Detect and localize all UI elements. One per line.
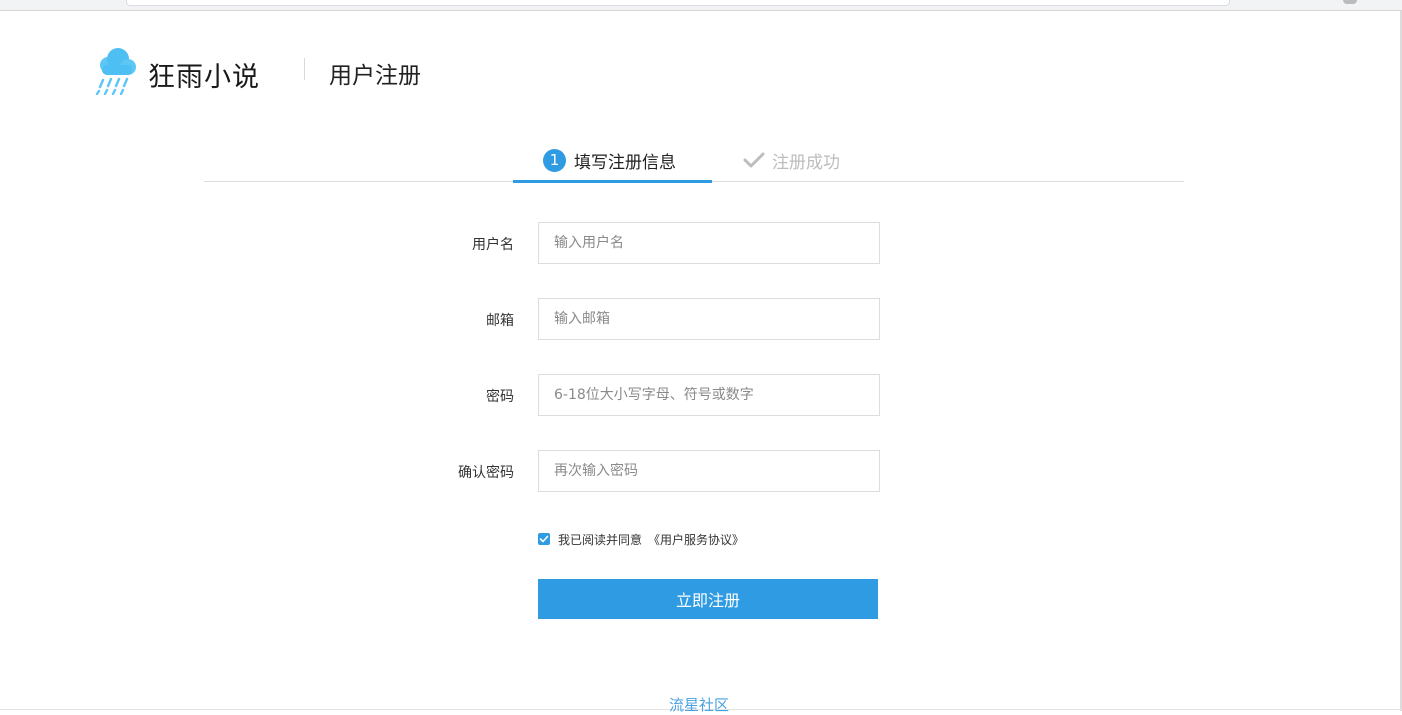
registration-steps: 1 填写注册信息 注册成功 <box>204 140 1184 183</box>
page-title: 用户注册 <box>329 56 421 90</box>
agreement-text: 我已阅读并同意 <box>558 531 642 548</box>
brand-name[interactable]: 狂雨小说 <box>148 55 260 94</box>
step-success-label: 注册成功 <box>772 148 840 173</box>
page-header: 狂雨小说 用户注册 <box>0 11 1402 111</box>
password-label: 密码 <box>486 386 514 406</box>
agreement-checkbox[interactable] <box>538 533 550 545</box>
header-divider <box>304 58 305 80</box>
active-step-indicator <box>513 180 712 183</box>
confirm-password-input[interactable] <box>538 450 880 492</box>
username-row: 用户名 <box>400 222 880 264</box>
password-row: 密码 <box>400 374 880 416</box>
email-label: 邮箱 <box>486 310 514 330</box>
checkbox-check-icon <box>539 534 549 544</box>
browser-menu-icon[interactable] <box>1343 0 1357 4</box>
username-input[interactable] <box>538 222 880 264</box>
register-button[interactable]: 立即注册 <box>538 579 878 619</box>
step-fill-info: 1 填写注册信息 <box>543 147 676 173</box>
check-icon <box>743 151 765 169</box>
password-input[interactable] <box>538 374 880 416</box>
email-input[interactable] <box>538 298 880 340</box>
username-label: 用户名 <box>472 234 514 254</box>
confirm-password-label: 确认密码 <box>458 462 514 482</box>
footer-community-link[interactable]: 流星社区 <box>669 694 729 715</box>
agreement-row: 我已阅读并同意 《用户服务协议》 <box>538 530 744 548</box>
browser-toolbar <box>0 0 1402 11</box>
user-agreement-link[interactable]: 《用户服务协议》 <box>648 531 744 548</box>
rain-cloud-icon[interactable] <box>94 47 138 95</box>
step-success: 注册成功 <box>743 147 840 173</box>
step-number-badge: 1 <box>543 149 566 172</box>
email-row: 邮箱 <box>400 298 880 340</box>
address-bar[interactable] <box>126 0 1230 6</box>
confirm-password-row: 确认密码 <box>400 450 880 492</box>
step-fill-info-label: 填写注册信息 <box>574 148 676 173</box>
